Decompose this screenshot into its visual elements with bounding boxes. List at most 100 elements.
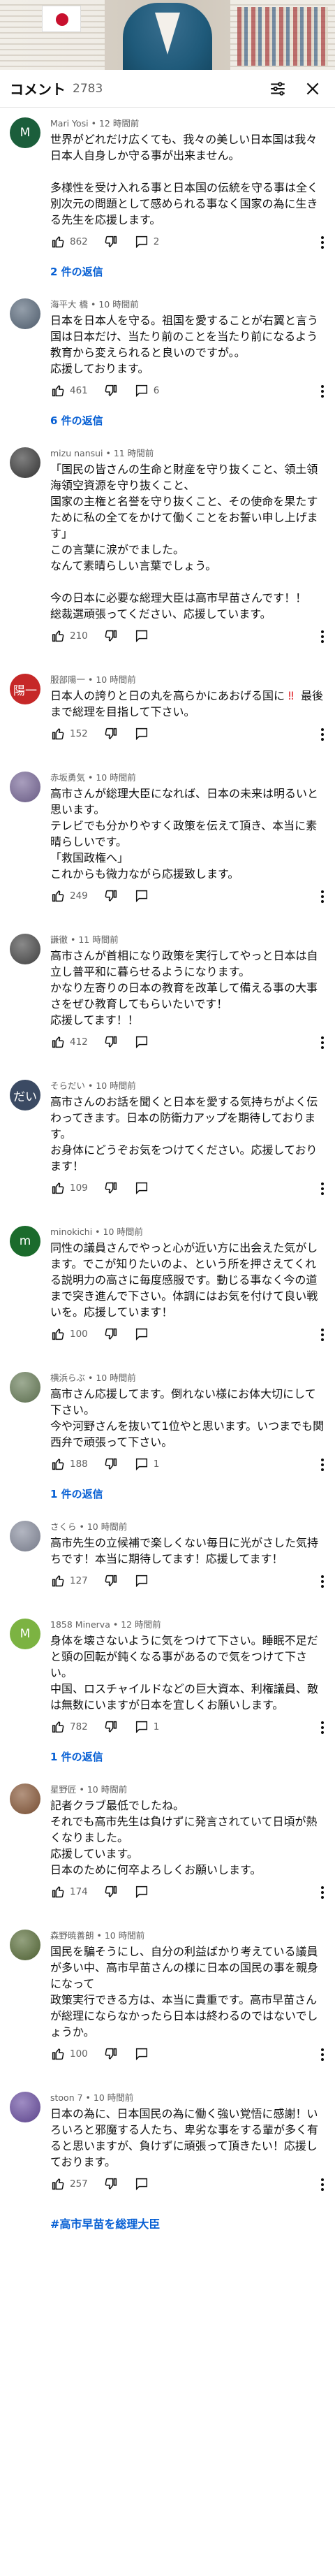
reply-button[interactable] — [134, 628, 149, 644]
like-button[interactable]: 100 — [50, 1326, 88, 1342]
like-button[interactable]: 109 — [50, 1180, 88, 1196]
like-count: 210 — [70, 630, 88, 642]
like-button[interactable]: 862 — [50, 234, 88, 249]
more-vert-icon[interactable] — [314, 381, 331, 402]
close-icon[interactable] — [300, 76, 325, 101]
avatar-image[interactable] — [10, 1372, 40, 1403]
video-player-preview[interactable] — [0, 0, 335, 70]
reply-button[interactable]: 1 — [134, 1456, 159, 1472]
comment-author[interactable]: 謙徹 — [50, 934, 68, 945]
like-button[interactable]: 188 — [50, 1456, 88, 1472]
dislike-button[interactable] — [103, 1719, 119, 1735]
comment-item: 海平大 橋 • 10 時間前 日本を日本人を守る。祖国を愛することが右翼と言う国は… — [0, 289, 335, 409]
thumb-down-icon — [103, 1326, 119, 1342]
avatar-image[interactable] — [10, 298, 40, 329]
like-button[interactable]: 210 — [50, 628, 88, 644]
dislike-button[interactable] — [103, 2046, 119, 2062]
reply-button[interactable] — [134, 1034, 149, 1050]
like-button[interactable]: 174 — [50, 1884, 88, 1900]
comment-author[interactable]: そらだい — [50, 1080, 85, 1091]
comment-author[interactable]: 赤坂勇気 — [50, 772, 85, 783]
view-replies-link[interactable]: 2 件の返信 — [0, 260, 335, 289]
dislike-button[interactable] — [103, 383, 119, 398]
dislike-button[interactable] — [103, 1884, 119, 1900]
more-vert-icon[interactable] — [314, 2174, 331, 2195]
comment-author[interactable]: 服部陽一 — [50, 674, 85, 685]
more-vert-icon[interactable] — [314, 1571, 331, 1592]
avatar-image[interactable] — [10, 1521, 40, 1551]
comment-author[interactable]: 1858 Minerva — [50, 1619, 110, 1630]
more-vert-icon[interactable] — [314, 1454, 331, 1475]
dislike-button[interactable] — [103, 234, 119, 249]
like-button[interactable]: 127 — [50, 1573, 88, 1589]
view-replies-link[interactable]: 1 件の返信 — [0, 1745, 335, 1774]
more-vert-icon[interactable] — [314, 724, 331, 745]
dislike-button[interactable] — [103, 1034, 119, 1050]
avatar-image[interactable] — [10, 1783, 40, 1814]
like-button[interactable]: 461 — [50, 383, 88, 398]
comment-author[interactable]: Mari Yosi — [50, 118, 89, 129]
avatar-image[interactable] — [10, 1930, 40, 1960]
like-button[interactable]: 782 — [50, 1719, 88, 1735]
avatar[interactable]: だい — [10, 1080, 40, 1110]
hashtag-link[interactable]: #高市早苗を総理大臣 — [0, 2212, 335, 2231]
more-vert-icon[interactable] — [314, 1324, 331, 1345]
view-replies-link[interactable]: 6 件の返信 — [0, 409, 335, 437]
comment-author[interactable]: mizu nansui — [50, 448, 103, 458]
dislike-button[interactable] — [103, 1326, 119, 1342]
more-vert-icon[interactable] — [314, 1882, 331, 1903]
reply-button[interactable] — [134, 1884, 149, 1900]
avatar[interactable]: M — [10, 1619, 40, 1649]
meta-separator: • — [110, 1619, 121, 1630]
dislike-button[interactable] — [103, 726, 119, 741]
tune-icon[interactable] — [265, 76, 290, 101]
comment-text-main: 世界がどれだけ広くても、我々の美しい日本国は我々日本人自身しか守る事が出来ません… — [50, 133, 319, 226]
view-replies-link[interactable]: 1 件の返信 — [0, 1482, 335, 1511]
avatar[interactable]: M — [10, 117, 40, 148]
avatar-image[interactable] — [10, 2092, 40, 2122]
avatar-image[interactable] — [10, 447, 40, 478]
more-vert-icon[interactable] — [314, 1032, 331, 1053]
comment-author[interactable]: 星野匠 — [50, 1784, 77, 1795]
reply-button[interactable] — [134, 726, 149, 741]
like-button[interactable]: 412 — [50, 1034, 88, 1050]
more-vert-icon[interactable] — [314, 2044, 331, 2065]
dislike-button[interactable] — [103, 1456, 119, 1472]
reply-button[interactable] — [134, 1180, 149, 1196]
comment-author[interactable]: minokichi — [50, 1227, 92, 1237]
more-vert-icon[interactable] — [314, 886, 331, 907]
dislike-button[interactable] — [103, 2176, 119, 2192]
like-button[interactable]: 257 — [50, 2176, 88, 2192]
comment-author[interactable]: さくら — [50, 1521, 77, 1532]
comment-text: 日本を日本人を守る。祖国を愛することが右翼と言う国は日本だけ、当たり前のことを当… — [50, 312, 325, 377]
dislike-button[interactable] — [103, 628, 119, 644]
more-vert-icon[interactable] — [314, 626, 331, 647]
reply-button[interactable]: 6 — [134, 383, 159, 398]
thumb-down-icon — [103, 2046, 119, 2062]
dislike-button[interactable] — [103, 1180, 119, 1196]
reply-button[interactable]: 1 — [134, 1719, 159, 1735]
reply-button[interactable] — [134, 888, 149, 904]
more-vert-icon[interactable] — [314, 1717, 331, 1738]
like-button[interactable]: 152 — [50, 726, 88, 741]
reply-button[interactable] — [134, 1326, 149, 1342]
dislike-button[interactable] — [103, 1573, 119, 1589]
more-vert-icon[interactable] — [314, 232, 331, 253]
like-button[interactable]: 249 — [50, 888, 88, 904]
avatar[interactable]: m — [10, 1226, 40, 1257]
comment-author[interactable]: 森野暁善朗 — [50, 1930, 94, 1941]
reply-button[interactable] — [134, 1573, 149, 1589]
reply-button[interactable] — [134, 2046, 149, 2062]
comment-meta: さくら • 10 時間前 — [50, 1519, 325, 1533]
more-vert-icon[interactable] — [314, 1178, 331, 1199]
avatar-image[interactable] — [10, 772, 40, 802]
comment-author[interactable]: 海平大 橋 — [50, 299, 88, 310]
comment-author[interactable]: 横浜らぶ — [50, 1373, 85, 1383]
avatar-image[interactable] — [10, 934, 40, 964]
reply-button[interactable]: 2 — [134, 234, 159, 249]
reply-button[interactable] — [134, 2176, 149, 2192]
comment-author[interactable]: stoon 7 — [50, 2092, 83, 2103]
avatar[interactable]: 陽一 — [10, 674, 40, 704]
like-button[interactable]: 100 — [50, 2046, 88, 2062]
dislike-button[interactable] — [103, 888, 119, 904]
